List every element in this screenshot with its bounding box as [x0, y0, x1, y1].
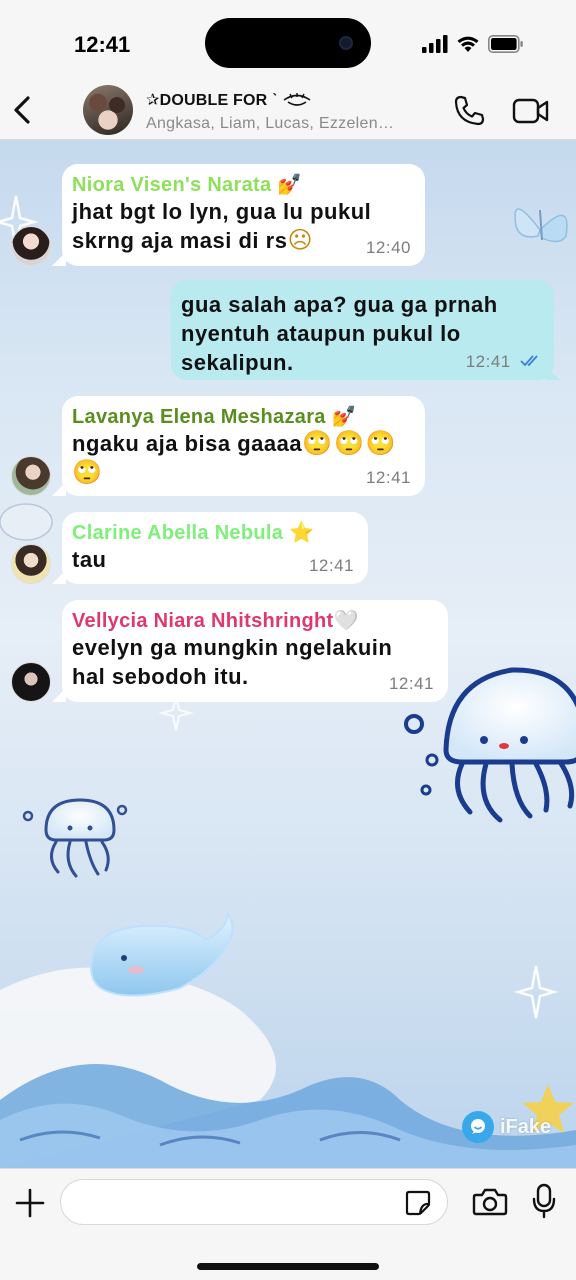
ifake-watermark: iFake [462, 1110, 551, 1144]
message-time: 12:40 [365, 238, 411, 257]
message-time: 12:41 [388, 674, 434, 693]
sender-avatar[interactable] [11, 544, 51, 584]
input-bar [0, 1168, 576, 1280]
group-title[interactable]: ✰DOUBLE FOR ˋ [146, 90, 312, 110]
message-time: 12:41 [365, 468, 411, 487]
status-bar: 12:41 [0, 0, 576, 84]
message-bubble[interactable]: Vellycia Niara Nhitshringht🤍 evelyn ga m… [62, 600, 448, 702]
message-input[interactable] [60, 1179, 448, 1225]
video-camera-icon[interactable] [512, 96, 550, 126]
message-bubble[interactable]: Lavanya Elena Meshazara 💅 ngaku aja bisa… [62, 396, 425, 496]
sender-name: Vellycia Niara Nhitshringht🤍 [72, 608, 359, 632]
sender-avatar[interactable] [11, 456, 51, 496]
sender-avatar[interactable] [11, 662, 51, 702]
status-icons [422, 34, 524, 54]
chat-header: ✰DOUBLE FOR ˋ Angkasa, Liam, Lucas, Ezze… [0, 84, 576, 140]
message-bubble[interactable]: Clarine Abella Nebula ⭐ tau 12:41 [62, 512, 368, 584]
message-bubble-outgoing[interactable]: gua salah apa? gua ga prnah nyentuh atau… [171, 280, 554, 380]
phone-icon[interactable] [452, 94, 486, 128]
sender-name: Clarine Abella Nebula ⭐ [72, 520, 315, 544]
sticker-icon[interactable] [404, 1189, 432, 1217]
chat-area[interactable]: Niora Visen's Narata 💅 jhat bgt lo lyn, … [0, 140, 576, 1168]
camera-icon[interactable] [472, 1187, 508, 1217]
watermark-label: iFake [500, 1115, 552, 1138]
message-text: ngaku aja bisa gaaaa🙄🙄🙄🙄 [72, 429, 398, 486]
sender-name: Niora Visen's Narata 💅 [72, 172, 303, 196]
signal-icon [422, 35, 448, 53]
message-text: evelyn ga mungkin ngelakuin hal sebodoh … [72, 635, 393, 689]
message-bubble[interactable]: Niora Visen's Narata 💅 jhat bgt lo lyn, … [62, 164, 425, 266]
message-time: 12:41 [466, 352, 542, 372]
read-double-check-icon [520, 355, 538, 367]
sender-emoji: 💅 [331, 404, 357, 428]
dynamic-island [205, 18, 371, 68]
sender-avatar[interactable] [11, 226, 51, 266]
plus-icon[interactable] [14, 1187, 46, 1219]
sender-emoji: 🤍 [333, 608, 359, 632]
battery-icon [488, 35, 523, 53]
group-title-text: ✰DOUBLE FOR ˋ [146, 92, 278, 109]
butterfly-sticker [514, 208, 568, 243]
message-time: 12:41 [308, 556, 354, 575]
whale-sticker [90, 911, 234, 997]
microphone-icon[interactable] [532, 1183, 556, 1219]
eye-doodle-icon [283, 92, 311, 106]
group-members[interactable]: Angkasa, Liam, Lucas, Ezzelen… [146, 115, 436, 133]
status-time: 12:41 [74, 32, 131, 57]
home-indicator[interactable] [197, 1263, 379, 1270]
sender-emoji: ⭐ [289, 520, 315, 544]
sender-emoji: 💅 [277, 172, 303, 196]
back-chevron-icon[interactable] [10, 92, 36, 128]
sender-name: Lavanya Elena Meshazara 💅 [72, 404, 357, 428]
message-text: jhat bgt lo lyn, gua lu pukul skrng aja … [72, 199, 372, 254]
group-avatar[interactable] [83, 85, 133, 135]
chat-bubble-logo-icon [462, 1111, 494, 1143]
jellyfish-sticker-small [22, 798, 128, 878]
wifi-icon [457, 36, 479, 52]
